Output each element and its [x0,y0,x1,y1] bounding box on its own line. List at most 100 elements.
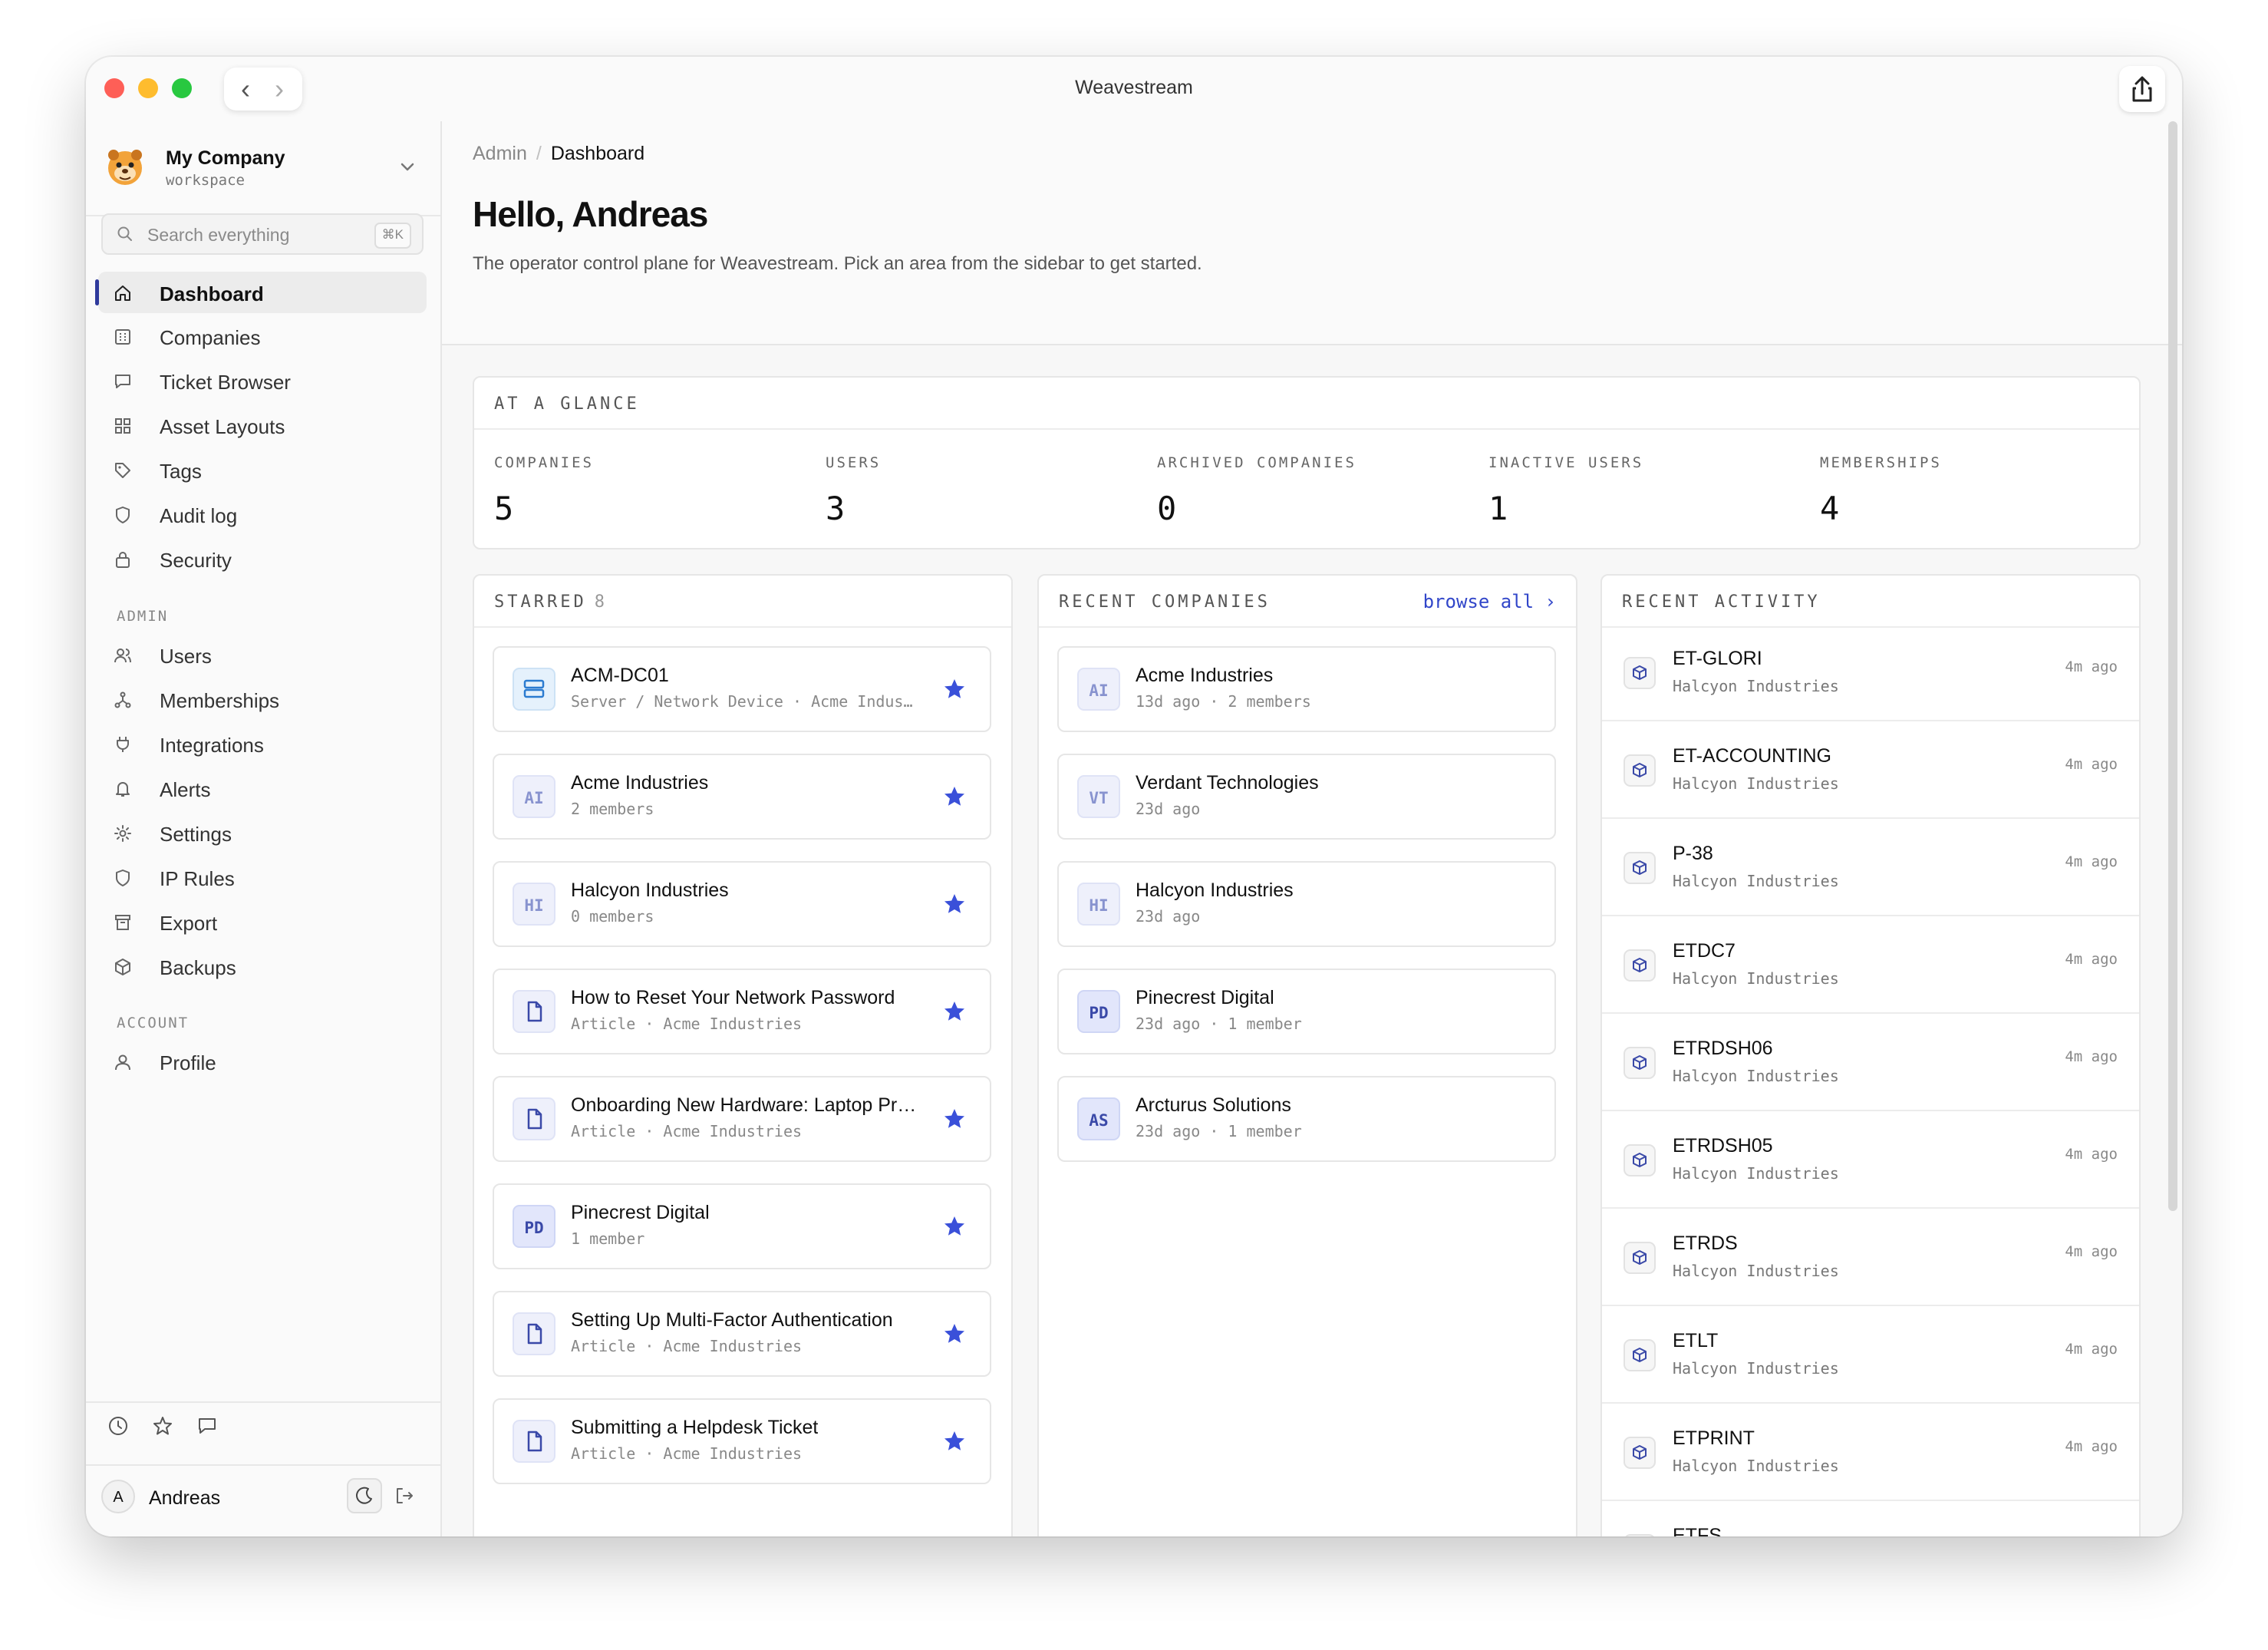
star-icon[interactable] [942,892,967,916]
sidebar-footer-divider [86,1401,440,1403]
star-icon[interactable] [152,1415,173,1437]
star-icon[interactable] [942,1429,967,1454]
share-button[interactable] [2119,66,2165,112]
avatar[interactable]: A [101,1480,135,1513]
company-item[interactable]: PD Pinecrest Digital 23d ago · 1 member [1057,969,1556,1054]
sidebar-item-memberships[interactable]: Memberships [98,678,427,720]
item-meta: 23d ago [1136,907,1201,926]
activity-company: Halcyon Industries [1673,1359,1839,1378]
activity-row[interactable]: ET-ACCOUNTING Halcyon Industries 4m ago [1602,725,2139,819]
activity-row[interactable]: ET-GLORI Halcyon Industries 4m ago [1602,628,2139,721]
activity-row[interactable]: ETRDSH06 Halcyon Industries 4m ago [1602,1018,2139,1111]
company-item[interactable]: VT Verdant Technologies 23d ago [1057,754,1556,840]
item-title: Submitting a Helpdesk Ticket [571,1417,819,1438]
sidebar-item-tags[interactable]: Tags [98,449,427,490]
company-item[interactable]: AS Arcturus Solutions 23d ago · 1 member [1057,1076,1556,1162]
stat-value: 3 [826,490,846,527]
breadcrumb-admin[interactable]: Admin [473,143,527,164]
card-title: STARRED 8 [494,592,608,612]
stat-value: 0 [1157,490,1177,527]
sidebar-item-security[interactable]: Security [98,538,427,579]
sidebar: My Company workspace Search everything ⌘… [86,121,442,1536]
bell-icon [116,782,130,797]
activity-row[interactable]: P-38 Halcyon Industries 4m ago [1602,823,2139,916]
item-title: Acme Industries [1136,665,1274,686]
item-meta: 23d ago [1136,800,1201,818]
starred-item[interactable]: Onboarding New Hardware: Laptop Provisio… [493,1076,991,1162]
starred-item[interactable]: Submitting a Helpdesk Ticket Article · Ac… [493,1398,991,1484]
sidebar-item-integrations[interactable]: Integrations [98,723,427,764]
activity-row[interactable]: ETRDS Halcyon Industries 4m ago [1602,1213,2139,1306]
scrollbar[interactable] [2168,121,2177,1211]
page-subtitle: The operator control plane for Weavestre… [473,253,1202,274]
company-item[interactable]: HI Halcyon Industries 23d ago [1057,861,1556,947]
star-icon[interactable] [942,1322,967,1346]
activity-row[interactable]: ETLT Halcyon Industries 4m ago [1602,1310,2139,1404]
sidebar-item-dashboard[interactable]: Dashboard [95,272,427,313]
recent-companies-card: RECENT COMPANIES browse all › AI Acme Ind… [1037,574,1577,1536]
company-initials-icon: VT [1077,775,1120,818]
activity-row[interactable]: ETFSHalcyon Industries4m ago [1602,1505,2139,1536]
clock-icon[interactable] [107,1415,129,1437]
activity-row[interactable]: ETPRINT Halcyon Industries 4m ago [1602,1407,2139,1501]
network-icon [114,691,131,708]
activity-row[interactable]: ETRDSH05 Halcyon Industries 4m ago [1602,1115,2139,1209]
starred-item[interactable]: AI Acme Industries 2 members [493,754,991,840]
star-icon[interactable] [942,1107,967,1131]
sidebar-item-settings[interactable]: Settings [98,812,427,853]
item-title: Onboarding New Hardware: Laptop Provisio… [571,1094,921,1116]
company-initials-icon: PD [1077,990,1120,1033]
sidebar-item-ip-rules[interactable]: IP Rules [98,856,427,898]
star-icon[interactable] [942,1214,967,1239]
sidebar-item-export[interactable]: Export [98,901,427,942]
share-icon [2132,76,2152,102]
star-icon[interactable] [942,677,967,701]
moon-icon [356,1487,372,1504]
activity-company: Halcyon Industries [1673,1262,1839,1280]
title-bar: ‹ › Weavestream [86,57,2182,121]
document-icon [513,1097,555,1140]
box-icon [115,959,130,975]
logout-icon[interactable] [394,1486,414,1506]
sidebar-item-audit-log[interactable]: Audit log [98,493,427,535]
card-header: STARRED 8 [474,576,1011,628]
sidebar-item-companies[interactable]: Companies [98,315,427,357]
search-placeholder: Search everything [147,225,290,245]
starred-item[interactable]: Setting Up Multi-Factor Authentication Ar… [493,1291,991,1377]
users-icon [114,648,131,663]
sidebar-item-profile[interactable]: Profile [98,1041,427,1082]
sidebar-item-ticket-browser[interactable]: Ticket Browser [98,360,427,401]
chat-icon[interactable] [196,1415,218,1437]
star-icon[interactable] [942,784,967,809]
server-icon [513,668,555,711]
starred-item[interactable]: PD Pinecrest Digital 1 member [493,1183,991,1269]
item-meta: Article · Acme Industries [571,1337,803,1355]
company-item[interactable]: AI Acme Industries 13d ago · 2 members [1057,646,1556,732]
sidebar-item-asset-layouts[interactable]: Asset Layouts [98,404,427,446]
sidebar-item-backups[interactable]: Backups [98,945,427,987]
stat-label: COMPANIES [494,454,594,471]
company-initials-icon: HI [1077,883,1120,926]
sidebar-item-label: Dashboard [160,282,264,305]
starred-item[interactable]: How to Reset Your Network Password Articl… [493,969,991,1054]
item-title: Arcturus Solutions [1136,1094,1291,1116]
starred-item[interactable]: HI Halcyon Industries 0 members [493,861,991,947]
search-input[interactable]: Search everything ⌘K [101,213,424,255]
activity-row[interactable]: ETDC7 Halcyon Industries 4m ago [1602,920,2139,1014]
activity-title: ETFS [1673,1525,1722,1536]
stat-companies: COMPANIES 5 [494,454,594,527]
workspace-subtitle: workspace [166,172,245,189]
activity-title: ET-ACCOUNTING [1673,745,1831,767]
chevron-down-icon [401,163,414,171]
asset-cube-icon [1624,852,1656,884]
sidebar-item-users[interactable]: Users [98,634,427,675]
sidebar-item-alerts[interactable]: Alerts [98,767,427,809]
workspace-switcher[interactable]: My Company workspace [104,140,427,193]
star-icon[interactable] [942,999,967,1024]
starred-item[interactable]: ACM-DC01 Server / Network Device · Acme I… [493,646,991,732]
glance-card: AT A GLANCE COMPANIES 5 USERS 3 ARCHIVED… [473,376,2141,549]
theme-toggle-button[interactable] [347,1478,382,1513]
shield-icon [116,870,130,886]
breadcrumb: Admin / Dashboard [473,143,644,165]
browse-all-link[interactable]: browse all › [1423,591,1556,612]
